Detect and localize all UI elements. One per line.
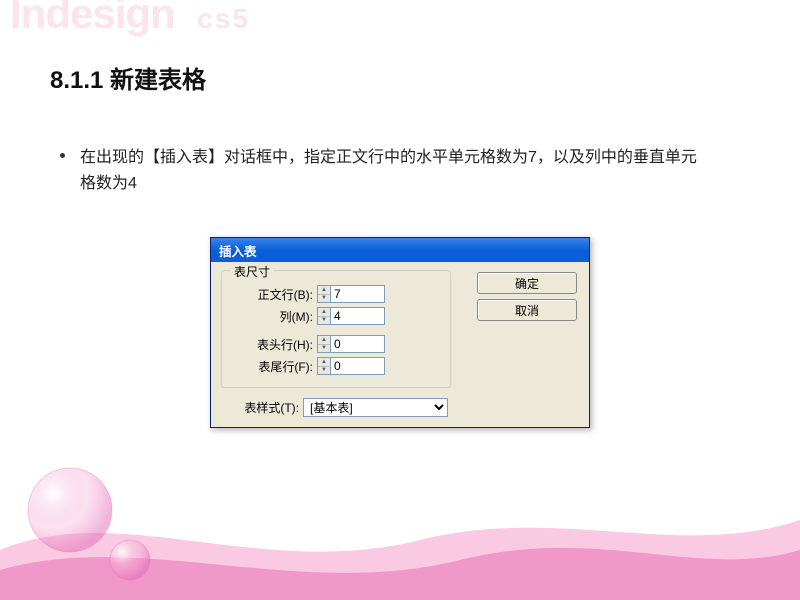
header-rows-spinner-buttons: ▲ ▼ [317,335,330,353]
spinner-down-icon[interactable]: ▼ [318,317,330,325]
watermark-version: cs5 [197,3,250,34]
header-rows-row: 表头行(H): ▲ ▼ [232,335,440,353]
header-rows-spinner: ▲ ▼ [317,335,385,353]
insert-table-dialog: 插入表 确定 取消 表尺寸 正文行(B): ▲ ▼ 列(M): [210,237,590,428]
bullet-dot-icon [60,153,65,158]
body-rows-row: 正文行(B): ▲ ▼ [232,285,440,303]
dialog-title: 插入表 [219,245,257,259]
footer-rows-input[interactable] [330,357,385,375]
footer-rows-row: 表尾行(F): ▲ ▼ [232,357,440,375]
columns-spinner: ▲ ▼ [317,307,385,325]
body-rows-input[interactable] [330,285,385,303]
footer-rows-spinner-buttons: ▲ ▼ [317,357,330,375]
decorative-wave [0,440,800,600]
spinner-up-icon[interactable]: ▲ [318,308,330,317]
bullet-content: 在出现的【插入表】对话框中，指定正文行中的水平单元格数为7，以及列中的垂直单元格… [80,149,697,192]
dialog-button-column: 确定 取消 [477,272,577,321]
ok-button[interactable]: 确定 [477,272,577,294]
group-label: 表尺寸 [230,263,274,280]
table-size-group: 表尺寸 正文行(B): ▲ ▼ 列(M): ▲ ▼ [221,270,451,388]
table-style-select[interactable]: [基本表] [303,398,448,417]
columns-spinner-buttons: ▲ ▼ [317,307,330,325]
watermark-brand: Indesign [10,0,175,37]
dialog-body: 确定 取消 表尺寸 正文行(B): ▲ ▼ 列(M): ▲ [211,262,589,427]
table-style-label: 表样式(T): [223,399,303,416]
spinner-up-icon[interactable]: ▲ [318,286,330,295]
spinner-down-icon[interactable]: ▼ [318,345,330,353]
spinner-up-icon[interactable]: ▲ [318,358,330,367]
spinner-up-icon[interactable]: ▲ [318,336,330,345]
columns-input[interactable] [330,307,385,325]
footer-rows-spinner: ▲ ▼ [317,357,385,375]
header-rows-input[interactable] [330,335,385,353]
footer-rows-label: 表尾行(F): [232,358,317,375]
page-title: 8.1.1 新建表格 [50,60,206,95]
columns-row: 列(M): ▲ ▼ [232,307,440,325]
cancel-button[interactable]: 取消 [477,299,577,321]
body-rows-label: 正文行(B): [232,286,317,303]
table-style-row: 表样式(T): [基本表] [221,394,579,417]
spinner-down-icon[interactable]: ▼ [318,295,330,303]
header-rows-label: 表头行(H): [232,336,317,353]
body-rows-spinner: ▲ ▼ [317,285,385,303]
body-rows-spinner-buttons: ▲ ▼ [317,285,330,303]
bullet-text: 在出现的【插入表】对话框中，指定正文行中的水平单元格数为7，以及列中的垂直单元格… [80,145,700,196]
dialog-titlebar[interactable]: 插入表 [211,238,589,262]
spinner-down-icon[interactable]: ▼ [318,367,330,375]
watermark: Indesign cs5 [10,0,250,38]
columns-label: 列(M): [232,308,317,325]
